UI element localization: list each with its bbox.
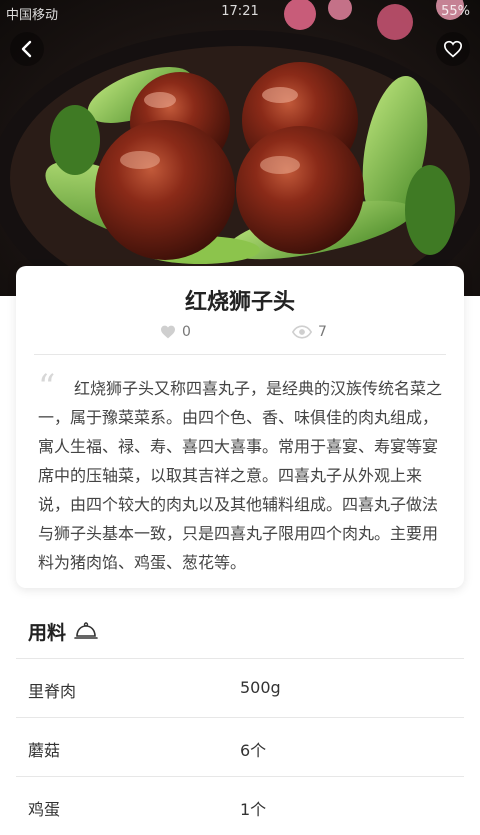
ingredients-table: 里脊肉 500g 蘑菇 6个 鸡蛋 1个 [16,658,464,835]
ingredient-amount: 6个 [240,741,267,760]
recipe-title: 红烧狮子头 [184,290,295,315]
ingredients-header: 用料 [28,618,98,644]
view-count: 7 [318,324,327,340]
status-bar: 中国移动 17:21 55% [0,0,480,24]
dish-photo [0,0,480,296]
table-row: 里脊肉 500g [16,658,464,717]
cloche-icon [74,622,98,639]
heart-icon [161,325,175,339]
ingredient-name: 里脊肉 [28,682,77,701]
recipe-description: 红烧狮子头又称四喜丸子，是经典的汉族传统名菜之一，属于豫菜菜系。由四个色、香、味… [38,379,443,572]
heart-outline-icon [443,40,463,58]
divider [34,354,446,355]
like-counter[interactable]: 0 [160,324,191,340]
chevron-left-icon [21,40,32,58]
recipe-stats: 0 7 [16,324,464,344]
table-row: 蘑菇 6个 [16,717,464,776]
eye-icon [292,325,312,339]
hero-image: 中国移动 17:21 55% [0,0,480,296]
table-row: 鸡蛋 1个 [16,776,464,835]
ingredient-amount: 500g [240,678,281,697]
view-counter: 7 [292,324,327,340]
favorite-button[interactable] [436,32,470,66]
battery-label: 55% [441,4,470,19]
recipe-card: 红烧狮子头 0 7 “ 红烧狮子头又称四喜丸子，是经典的汉族传统名菜之一，属于豫… [16,266,464,588]
ingredients-title: 用料 [28,621,67,644]
like-count: 0 [182,324,191,340]
back-button[interactable] [10,32,44,66]
ingredient-name: 蘑菇 [28,741,61,760]
clock: 17:21 [221,4,259,19]
